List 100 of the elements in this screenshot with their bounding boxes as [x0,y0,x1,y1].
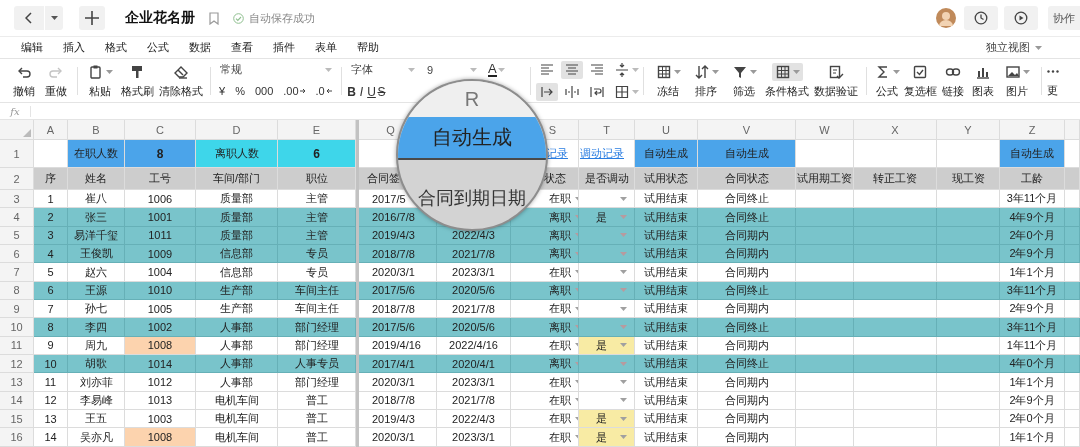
strikethrough-button[interactable]: S [377,82,386,101]
dropdown-cell[interactable]: 离职 [549,209,578,225]
present-button[interactable] [1004,6,1038,30]
row-header[interactable]: 16 [0,428,34,447]
dropdown-cell[interactable]: 在职 [549,374,578,390]
row-header[interactable]: 6 [0,245,34,264]
conditional-format-button[interactable]: 条件格式 [763,62,811,99]
column-header[interactable]: Y [937,120,1000,140]
menu-item[interactable]: 格式 [95,40,137,55]
dropdown-cell[interactable]: 离职 [549,246,578,262]
row-header[interactable]: 13 [0,373,34,392]
checkbox-button[interactable]: 复选框 [902,62,938,99]
back-button[interactable] [14,6,44,30]
menu-item[interactable]: 帮助 [347,40,389,55]
dropdown-cell[interactable]: 在职 [549,191,578,207]
link[interactable]: 调动记录 [580,146,624,161]
column-header[interactable]: A [34,120,68,140]
formula-button[interactable]: 公式 [872,62,902,99]
row-header[interactable]: 12 [0,355,34,374]
view-dropdown[interactable]: 独立视图 [986,40,1042,55]
menu-item[interactable]: 表单 [305,40,347,55]
italic-button[interactable]: I [357,82,366,101]
dropdown-cell[interactable]: 在职 [549,337,578,353]
dropdown-cell[interactable]: 离职 [549,319,578,335]
row-header[interactable]: 3 [0,190,34,209]
menu-item[interactable]: 编辑 [11,40,53,55]
row-header[interactable]: 2 [0,168,34,190]
menu-item[interactable]: 插入 [53,40,95,55]
caret-icon [673,69,681,74]
chart-button[interactable]: 图表 [968,62,998,99]
column-header[interactable]: E [278,120,356,140]
dropdown-cell[interactable]: 离职 [549,282,578,298]
menu-item[interactable]: 公式 [137,40,179,55]
row-header[interactable]: 4 [0,208,34,227]
dropdown-cell[interactable]: 是 [579,410,635,429]
table-cell: 1012 [125,373,196,392]
history-dropdown-button[interactable] [45,6,63,30]
number-format-button[interactable]: ¥ [216,81,229,100]
number-format-button[interactable]: .0 [312,81,335,100]
dropdown-cell[interactable]: 在职 [549,264,578,280]
indent-button[interactable] [536,82,558,101]
row-header[interactable]: 10 [0,318,34,337]
column-header[interactable]: S [548,123,557,136]
dropdown-cell[interactable] [579,318,635,337]
bold-button[interactable]: B [347,82,356,101]
caret-icon [620,380,627,385]
table-cell: 质量部 [196,208,278,227]
filter-button[interactable]: 筛选 [725,62,763,99]
menu-item[interactable]: 查看 [221,40,263,55]
dropdown-cell[interactable]: 离职 [549,227,578,243]
number-format-button[interactable]: % [232,81,248,100]
collaborate-button[interactable]: 协作 [1048,6,1080,30]
dropdown-cell[interactable]: 离职 [549,356,578,372]
font-family-dropdown[interactable]: 字体 [347,61,419,78]
row-header[interactable]: 1 [0,140,34,168]
column-header[interactable]: V [698,120,796,140]
link-button[interactable]: 链接 [938,62,968,99]
more-button[interactable]: 更 [1047,63,1059,98]
format-painter-button[interactable]: 格式刷 [117,62,157,99]
caret-icon [620,435,627,440]
sort-button[interactable]: 排序 [687,62,725,99]
number-format-button[interactable]: .00 [280,81,309,100]
column-header[interactable]: Z [1000,120,1065,140]
column-header[interactable]: W [796,120,854,140]
table-cell: 试用结束 [635,373,698,392]
new-button[interactable] [79,6,105,30]
dropdown-cell[interactable]: 在职 [549,411,578,427]
data-validation-button[interactable]: 数据验证 [811,62,861,99]
dropdown-cell[interactable]: 在职 [549,301,578,317]
font-size-dropdown[interactable]: 9 [423,61,481,78]
link[interactable]: 记录 [546,146,568,161]
align-center-button[interactable] [561,60,583,79]
row-header[interactable]: 7 [0,263,34,282]
font-color-button[interactable]: A [485,60,508,79]
table-cell: 1001 [125,208,196,227]
row-header[interactable]: 9 [0,300,34,319]
number-format-button[interactable]: 000 [251,81,277,100]
number-format-dropdown[interactable]: 常规 [216,61,336,78]
clear-format-button[interactable]: 清除格式 [157,62,205,99]
column-header[interactable]: X [854,120,937,140]
column-header[interactable]: C [125,120,196,140]
menu-item[interactable]: 插件 [263,40,305,55]
freeze-button[interactable]: 冻结 [649,62,687,99]
column-header[interactable]: Q [386,123,395,136]
dropdown-cell[interactable]: 是 [579,208,635,227]
column-header[interactable]: B [68,120,125,140]
column-header[interactable]: D [196,120,278,140]
column-header[interactable]: T [579,120,635,140]
dropdown-cell[interactable]: 在职 [549,429,578,445]
underline-button[interactable]: U [367,82,376,101]
image-button[interactable]: 图片 [998,62,1036,99]
undo-button[interactable]: 撤销 [8,62,40,99]
dropdown-cell[interactable]: 是 [579,428,635,447]
column-header[interactable]: U [635,120,698,140]
table-cell [1065,373,1080,392]
row-header[interactable]: 15 [0,410,34,429]
menu-item[interactable]: 数据 [179,40,221,55]
paste-button[interactable]: 粘贴 [83,62,117,99]
dropdown-cell[interactable]: 在职 [549,392,578,408]
history-button[interactable] [964,6,998,30]
